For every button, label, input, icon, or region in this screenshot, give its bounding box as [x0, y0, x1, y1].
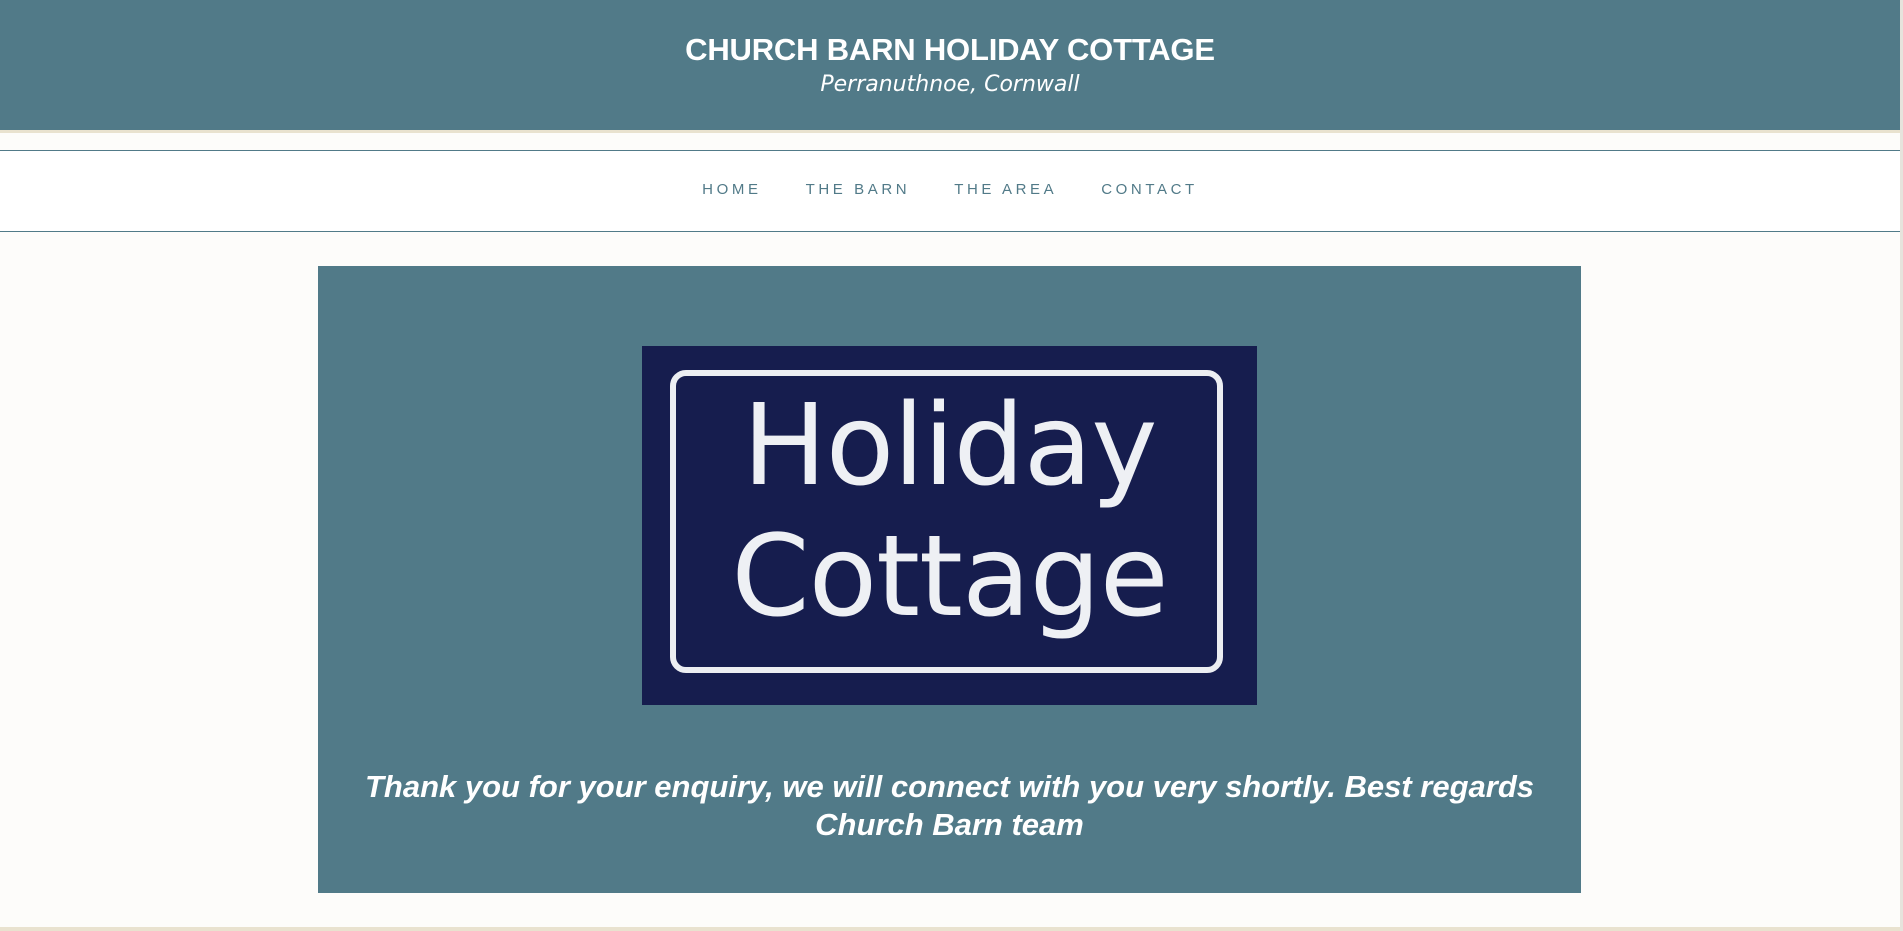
holiday-cottage-logo: Holiday Cottage [642, 346, 1257, 705]
nav-list: HOME THE BARN THE AREA CONTACT [0, 181, 1900, 198]
site-title[interactable]: CHURCH BARN HOLIDAY COTTAGE [0, 32, 1900, 68]
nav-item-contact[interactable]: CONTACT [1079, 181, 1220, 198]
site-header: CHURCH BARN HOLIDAY COTTAGE Perranuthnoe… [0, 0, 1900, 133]
footer-divider [0, 927, 1900, 931]
nav-item-the-area[interactable]: THE AREA [932, 181, 1079, 198]
main-navigation: HOME THE BARN THE AREA CONTACT [0, 150, 1900, 232]
nav-item-the-barn[interactable]: THE BARN [784, 181, 933, 198]
confirmation-message: Thank you for your enquiry, we will conn… [364, 769, 1535, 842]
logo-text-line2: Cottage [731, 512, 1168, 642]
logo-text-line1: Holiday [742, 381, 1158, 511]
site-subtitle: Perranuthnoe, Cornwall [820, 72, 1080, 97]
nav-item-home[interactable]: HOME [680, 181, 783, 198]
confirmation-panel: Holiday Cottage Thank you for your enqui… [318, 266, 1581, 893]
